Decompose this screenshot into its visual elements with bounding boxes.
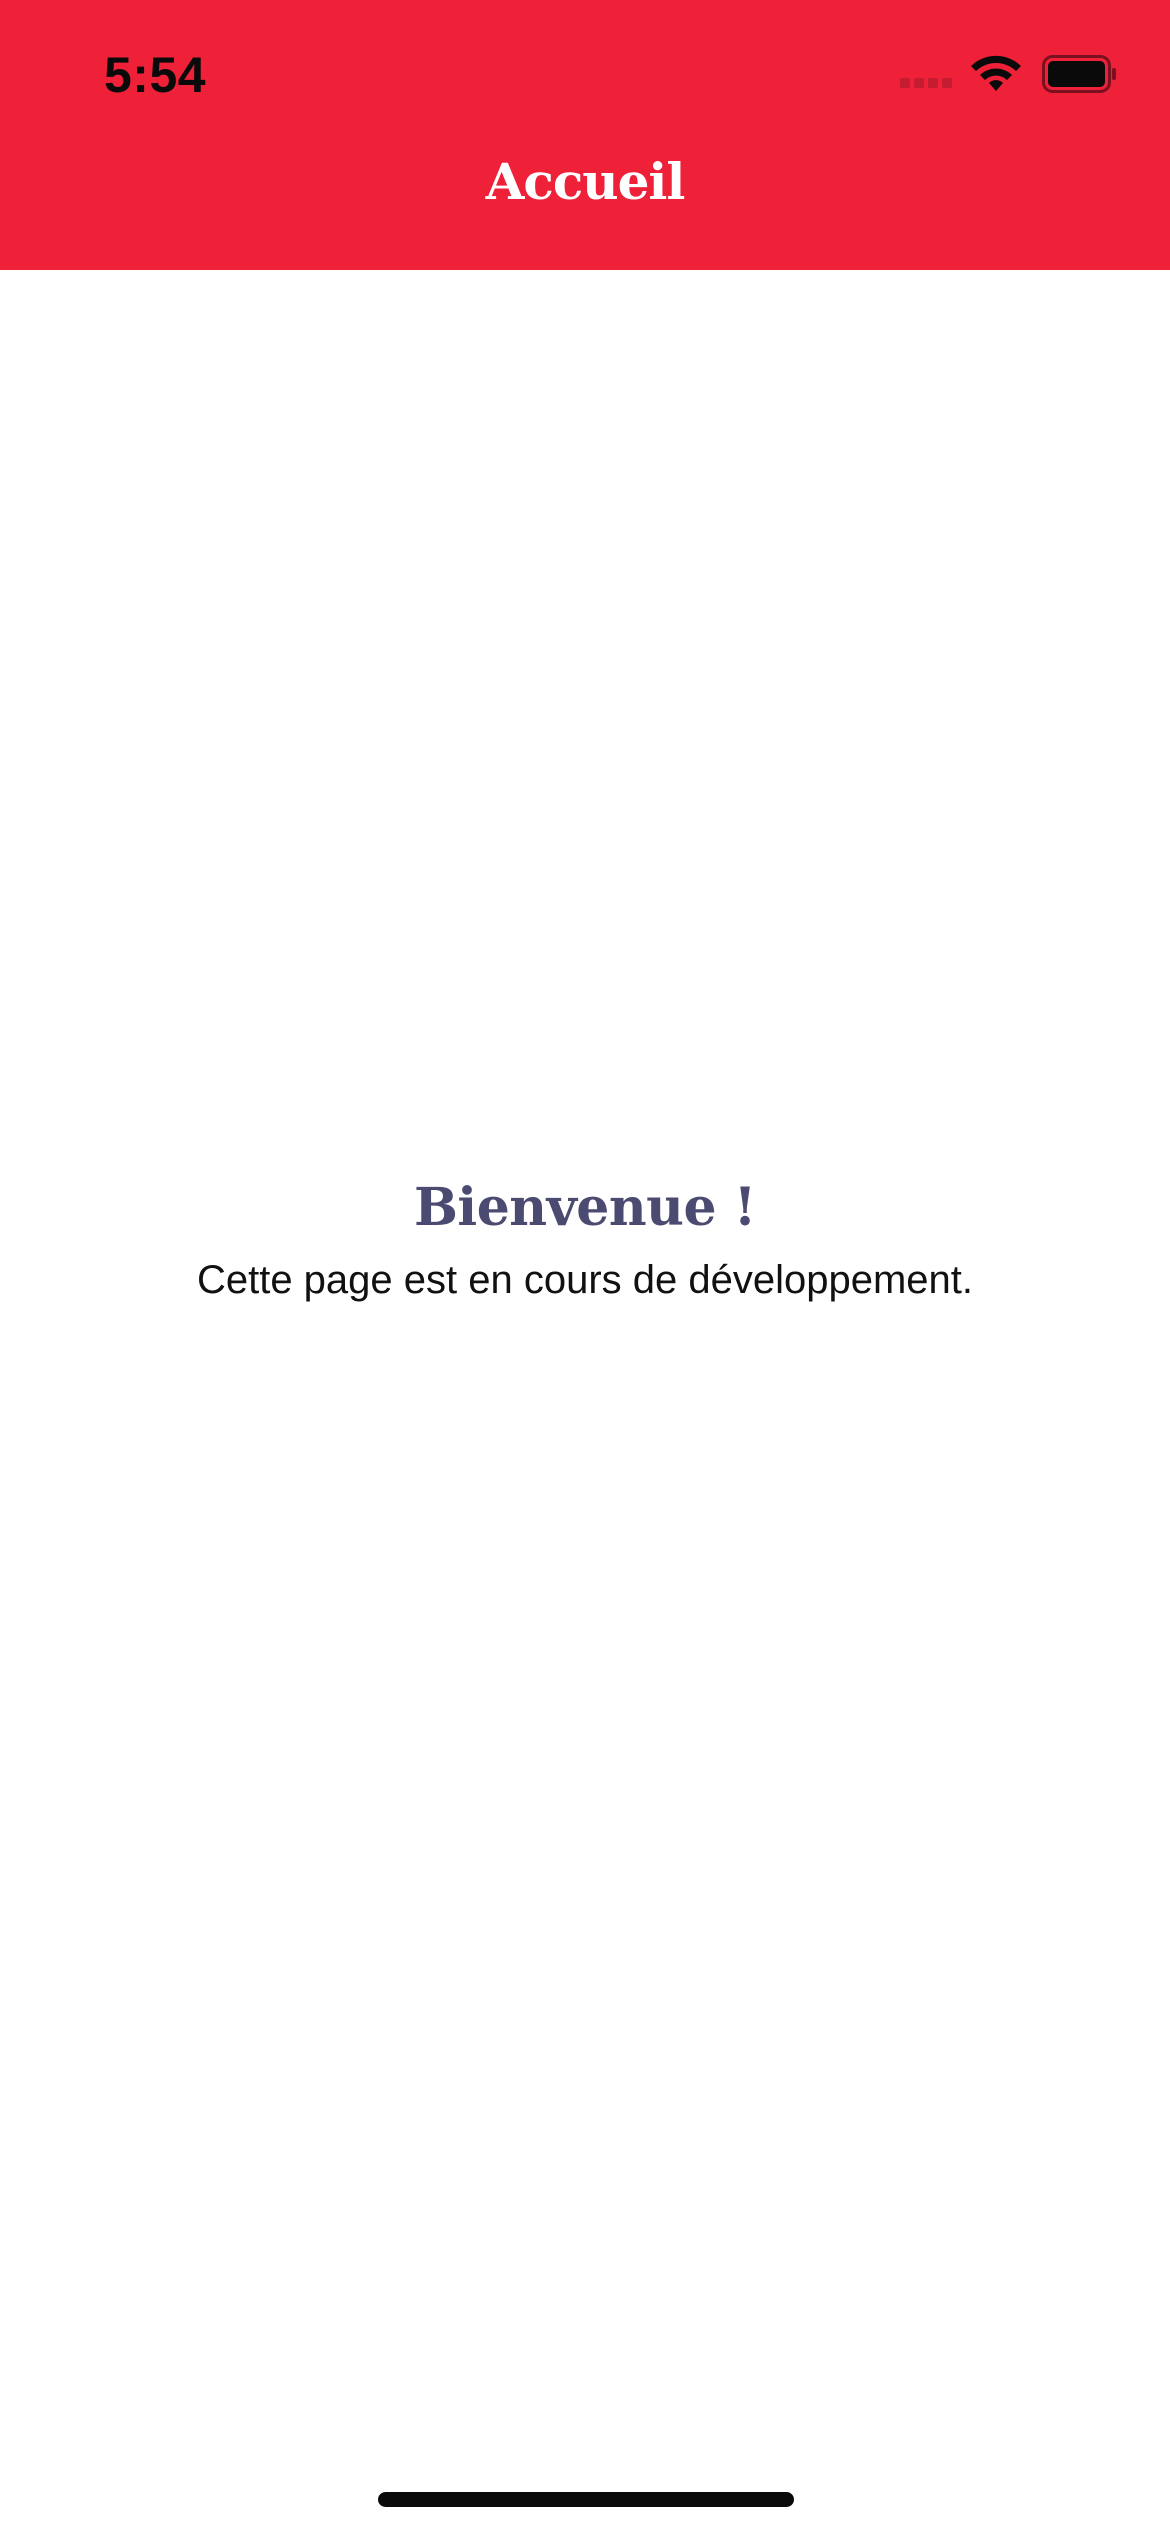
app-screen: 5:54 Accueil Bienvenue ! Cette page est … (0, 0, 1170, 2532)
status-bar-time: 5:54 (104, 47, 207, 103)
welcome-subtitle: Cette page est en cours de développement… (196, 1258, 974, 1302)
home-indicator[interactable] (378, 2492, 794, 2507)
welcome-title: Bienvenue ! (413, 1177, 757, 1238)
cellular-signal-icon (900, 74, 952, 88)
wifi-icon (970, 55, 1022, 93)
nav-title: Accueil (485, 152, 686, 211)
welcome-section: Bienvenue ! Cette page est en cours de d… (0, 1168, 1170, 1308)
status-bar-indicators (900, 52, 1118, 96)
battery-icon (1042, 55, 1118, 93)
header-bar: 5:54 Accueil (0, 0, 1170, 270)
